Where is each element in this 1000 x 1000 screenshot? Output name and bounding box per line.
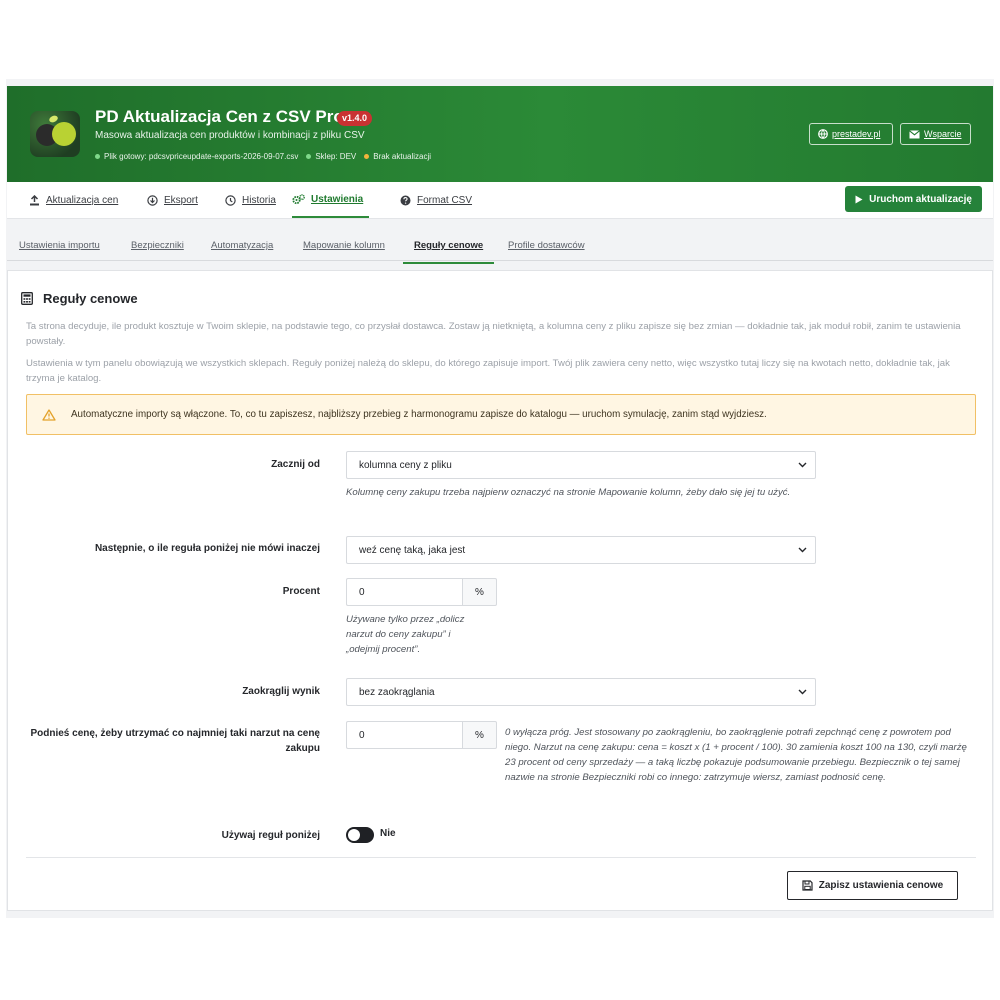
subtab-column-mapping[interactable]: Mapowanie kolumn — [303, 240, 385, 251]
module-header: PD Aktualizacja Cen z CSV Pro v1.4.0 Mas… — [7, 86, 993, 182]
play-icon — [855, 195, 863, 203]
divider — [26, 857, 976, 858]
tab-price-update[interactable]: Aktualizacja cen — [29, 182, 118, 218]
use-rules-value: Nie — [380, 828, 396, 839]
panel-description: Ta strona decyduje, ile produkt kosztuje… — [26, 321, 961, 347]
rounding-select[interactable]: bez zaokrąglania — [346, 678, 816, 706]
module-title: PD Aktualizacja Cen z CSV Pro — [95, 107, 344, 126]
cogs-icon — [292, 193, 305, 204]
percent-help: Używane tylko przez „dolicz narzut do ce… — [346, 614, 465, 655]
min-markup-help: 0 wyłącza próg. Jest stosowany po zaokrą… — [505, 727, 967, 783]
calculator-icon — [21, 292, 33, 305]
use-rules-toggle[interactable] — [346, 827, 374, 843]
tab-history[interactable]: Historia — [225, 182, 276, 218]
min-markup-label: Podnieś cenę, żeby utrzymać co najmniej … — [30, 728, 320, 754]
version-badge: v1.4.0 — [337, 111, 373, 126]
percent-input-group: 0 % — [346, 578, 497, 606]
clock-icon — [225, 194, 236, 206]
settings-subtabs: Ustawienia importu Bezpieczniki Automaty… — [7, 231, 993, 264]
status-updates: Brak aktualizacji — [364, 152, 431, 161]
use-rules-label: Używaj reguł poniżej — [221, 830, 320, 841]
status-file: Plik gotowy: pdcsvpriceupdate-exports-20… — [95, 152, 298, 161]
auto-import-warning: Automatyczne importy są włączone. To, co… — [26, 394, 976, 435]
chevron-down-icon — [798, 547, 807, 553]
subtab-supplier-profiles[interactable]: Profile dostawców — [508, 240, 585, 251]
module-logo — [30, 111, 80, 157]
min-markup-input[interactable]: 0 — [346, 721, 462, 749]
percent-input[interactable]: 0 — [346, 578, 462, 606]
subtab-import-settings[interactable]: Ustawienia importu — [19, 240, 100, 251]
status-dot-icon — [364, 154, 370, 159]
status-shop: Sklep: DEV — [306, 152, 356, 161]
start-from-help: Kolumnę ceny zakupu trzeba najpierw ozna… — [346, 487, 791, 498]
run-update-button[interactable]: Uruchom aktualizację — [845, 186, 982, 212]
envelope-icon — [909, 129, 920, 138]
save-price-settings-button[interactable]: Zapisz ustawienia cenowe — [787, 871, 958, 900]
download-icon — [147, 194, 158, 206]
warning-icon — [42, 408, 56, 421]
chevron-down-icon — [798, 689, 807, 695]
panel-scope-note: Ustawienia w tym panelu obowiązują we ws… — [26, 358, 950, 384]
tab-csv-format[interactable]: Format CSV — [400, 182, 472, 218]
min-markup-unit: % — [462, 721, 497, 749]
subtab-safeguards[interactable]: Bezpieczniki — [131, 240, 184, 251]
price-rules-panel: Reguły cenowe Ta strona decyduje, ile pr… — [7, 270, 993, 911]
status-dot-icon — [306, 154, 312, 159]
subtab-automation[interactable]: Automatyzacja — [211, 240, 273, 251]
percent-label: Procent — [282, 586, 320, 597]
panel-title: Reguły cenowe — [21, 291, 138, 306]
start-from-select[interactable]: kolumna ceny z pliku — [346, 451, 816, 479]
prestadev-link-button[interactable]: prestadev.pl — [809, 123, 893, 145]
start-from-label: Zacznij od — [271, 459, 320, 470]
floppy-disk-icon — [802, 880, 813, 891]
main-tabs: Aktualizacja cen Eksport Historia Ustawi… — [7, 182, 993, 219]
upload-icon — [30, 194, 39, 205]
subtab-price-rules[interactable]: Reguły cenowe — [403, 240, 495, 264]
globe-icon — [818, 129, 828, 139]
min-markup-input-group: 0 % — [346, 721, 497, 749]
tab-export[interactable]: Eksport — [147, 182, 198, 218]
tab-settings[interactable]: Ustawienia — [292, 182, 370, 218]
percent-unit: % — [462, 578, 497, 606]
chevron-down-icon — [798, 462, 807, 468]
rounding-label: Zaokrąglij wynik — [242, 686, 320, 697]
then-label: Następnie, o ile reguła poniżej nie mówi… — [94, 543, 320, 554]
support-button[interactable]: Wsparcie — [900, 123, 971, 145]
status-line: Plik gotowy: pdcsvpriceupdate-exports-20… — [95, 152, 431, 161]
status-dot-icon — [95, 154, 100, 159]
then-select[interactable]: weź cenę taką, jaka jest — [346, 536, 816, 564]
question-icon — [400, 195, 411, 205]
module-subtitle: Masowa aktualizacja cen produktów i komb… — [95, 130, 365, 141]
